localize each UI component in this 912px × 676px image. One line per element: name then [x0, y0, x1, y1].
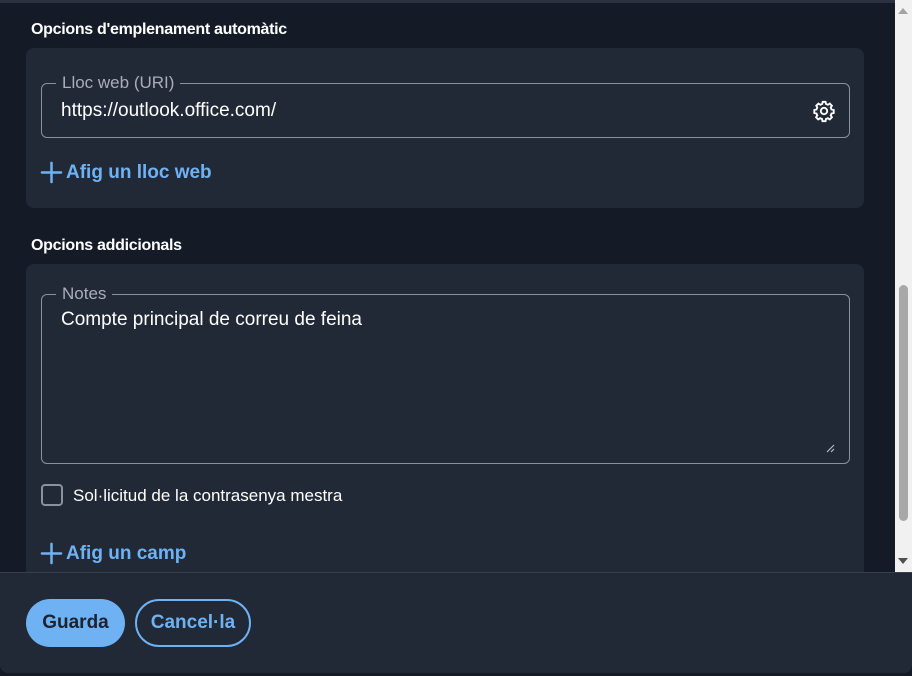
form-scroll-area[interactable]: Opcions d'emplenament automàtic Lloc web… — [0, 3, 895, 572]
cancel-button[interactable]: Cancel·la — [135, 599, 251, 647]
additional-card: Notes Compte principal de correu de fein… — [26, 264, 864, 572]
scroll-up-arrow-icon[interactable] — [898, 8, 908, 14]
add-website-label: Afig un lloc web — [66, 161, 212, 183]
dialog-footer: Guarda Cancel·la — [0, 572, 912, 673]
add-field-label: Afig un camp — [66, 542, 187, 564]
resize-handle-icon[interactable] — [826, 444, 835, 453]
autofill-section-title: Opcions d'emplenament automàtic — [31, 21, 287, 38]
add-field-button[interactable]: Afig un camp — [40, 542, 186, 565]
master-password-reprompt-checkbox[interactable] — [41, 484, 63, 506]
uri-value[interactable]: https://outlook.office.com/ — [61, 99, 276, 123]
master-password-reprompt-label[interactable]: Sol·licitud de la contrasenya mestra — [73, 486, 342, 506]
gear-icon[interactable] — [812, 99, 836, 123]
plus-icon — [40, 542, 63, 565]
autofill-card: Lloc web (URI) https://outlook.office.co… — [26, 48, 864, 208]
notes-value[interactable]: Compte principal de correu de feina — [61, 308, 362, 332]
notes-label: Notes — [56, 284, 113, 304]
vertical-scrollbar[interactable] — [895, 0, 912, 572]
uri-field[interactable]: Lloc web (URI) https://outlook.office.co… — [41, 73, 850, 138]
scroll-down-arrow-icon[interactable] — [898, 558, 908, 564]
notes-field[interactable]: Notes Compte principal de correu de fein… — [41, 284, 850, 464]
uri-label: Lloc web (URI) — [56, 73, 181, 93]
additional-section-title: Opcions addicionals — [31, 237, 182, 254]
scrollbar-thumb[interactable] — [899, 285, 908, 521]
add-website-button[interactable]: Afig un lloc web — [40, 161, 212, 184]
plus-icon — [40, 161, 63, 184]
save-button[interactable]: Guarda — [26, 599, 125, 647]
